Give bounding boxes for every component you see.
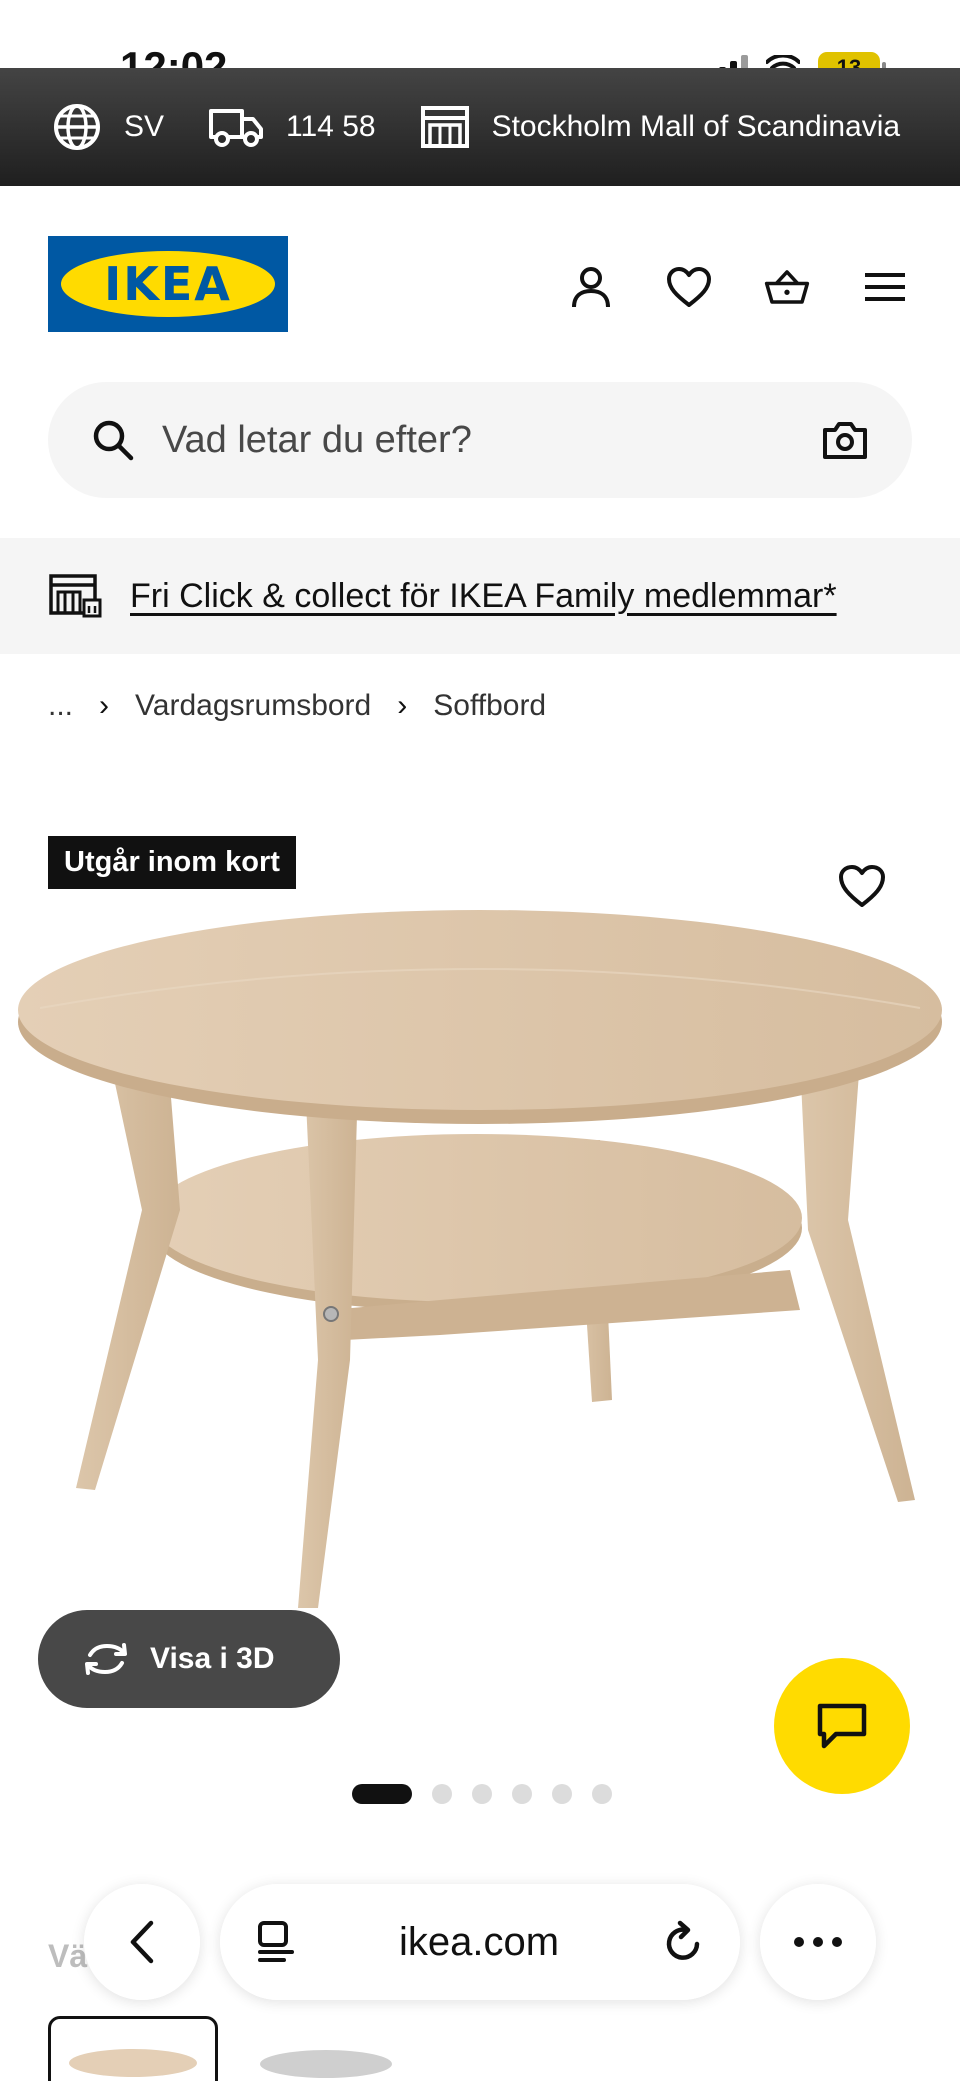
truck-icon: [209, 109, 264, 147]
search-bar[interactable]: Vad letar du efter?: [48, 382, 912, 498]
breadcrumb-ellipsis[interactable]: ...: [48, 689, 73, 723]
carousel-dot[interactable]: [432, 1784, 452, 1804]
variant-thumbnail-selected[interactable]: [48, 2016, 218, 2081]
search-icon: [93, 420, 134, 461]
breadcrumb-item-vardagsrumsbord[interactable]: Vardagsrumsbord: [135, 689, 371, 723]
breadcrumb: ... › Vardagsrumsbord › Soffbord: [48, 684, 546, 728]
browser-toolbar: ikea.com: [0, 1862, 960, 2012]
heart-icon[interactable]: [666, 264, 712, 310]
url-text[interactable]: ikea.com: [296, 1920, 662, 1965]
address-bar[interactable]: ikea.com: [220, 1884, 740, 2000]
store-info-strip: SV 114 58 Stockholm Mall of Scandinavia: [0, 68, 960, 186]
rotate-3d-icon: [85, 1643, 127, 1675]
store-selector[interactable]: Stockholm Mall of Scandinavia: [420, 105, 901, 149]
chevron-right-icon: ›: [99, 689, 110, 722]
reload-icon[interactable]: [662, 1920, 704, 1964]
delivery-postal-code[interactable]: 114 58: [208, 105, 376, 149]
product-image-coffee-table[interactable]: [0, 890, 960, 1610]
chat-button[interactable]: [774, 1658, 910, 1794]
variant-thumbnail[interactable]: [250, 2016, 420, 2081]
store-icon: [420, 106, 469, 148]
ikea-logo[interactable]: IKEA: [48, 236, 288, 332]
language-label: SV: [124, 110, 165, 143]
store-label: Stockholm Mall of Scandinavia: [491, 110, 901, 143]
product-gallery: Utgår inom kort Visa i 3D: [0, 780, 960, 1840]
carousel-dot[interactable]: [472, 1784, 492, 1804]
site-header: IKEA: [0, 186, 960, 376]
more-dots-icon: [794, 1937, 842, 1947]
chat-icon: [817, 1703, 867, 1749]
store-pickup-icon: [49, 574, 102, 618]
search-input[interactable]: Vad letar du efter?: [162, 419, 822, 462]
more-options-button[interactable]: [760, 1884, 876, 2000]
breadcrumb-item-soffbord[interactable]: Soffbord: [433, 689, 546, 723]
tabs-icon[interactable]: [256, 1920, 296, 1964]
logo-oval: IKEA: [61, 251, 275, 317]
carousel-dot[interactable]: [552, 1784, 572, 1804]
globe-icon: [54, 104, 100, 150]
carousel-dot[interactable]: [512, 1784, 532, 1804]
click-collect-link[interactable]: Fri Click & collect för IKEA Family medl…: [130, 577, 837, 616]
camera-icon[interactable]: [822, 420, 868, 460]
click-collect-banner: Fri Click & collect för IKEA Family medl…: [0, 538, 960, 654]
carousel-dot-active[interactable]: [352, 1784, 412, 1804]
view-in-3d-label: Visa i 3D: [150, 1642, 275, 1675]
basket-icon[interactable]: [764, 264, 810, 310]
logo-text: IKEA: [104, 257, 232, 311]
status-bar: 12:02 13: [0, 0, 960, 88]
profile-icon[interactable]: [568, 264, 614, 310]
view-in-3d-button[interactable]: Visa i 3D: [38, 1610, 340, 1708]
carousel-indicators: [352, 1784, 612, 1804]
header-actions: [568, 264, 908, 310]
status-badge: Utgår inom kort: [48, 836, 296, 889]
language-selector[interactable]: SV: [52, 102, 164, 152]
chevron-right-icon: ›: [397, 689, 408, 722]
postal-code-label: 114 58: [286, 110, 376, 143]
carousel-dot[interactable]: [592, 1784, 612, 1804]
chevron-left-icon: [130, 1920, 154, 1964]
menu-icon[interactable]: [862, 264, 908, 310]
back-button[interactable]: [84, 1884, 200, 2000]
